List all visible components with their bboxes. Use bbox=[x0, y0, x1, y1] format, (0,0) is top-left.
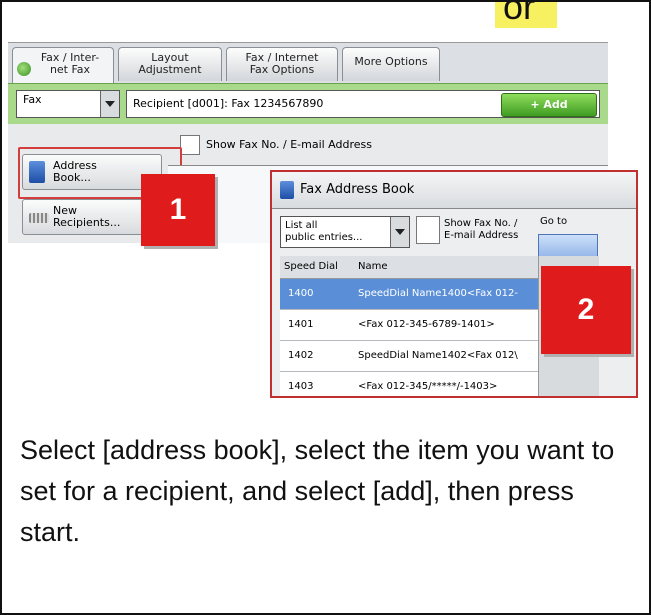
table-row[interactable]: 1402 SpeedDial Name1402<Fax 012\ bbox=[280, 341, 538, 372]
chevron-down-icon bbox=[390, 217, 409, 247]
keyboard-icon bbox=[29, 213, 49, 223]
address-book-icon bbox=[280, 181, 294, 199]
callout-step-1: 1 bbox=[141, 174, 215, 246]
tab-more-options[interactable]: More Options bbox=[342, 47, 440, 81]
go-to-label: Go to bbox=[540, 216, 568, 227]
tab-label: Fax / Inter- net Fax bbox=[40, 51, 100, 76]
tab-label: Fax / Internet Fax Options bbox=[245, 51, 319, 76]
fax-type-value: Fax bbox=[23, 93, 42, 106]
name-cell: <Fax 012-345-6789-1401> bbox=[358, 319, 495, 330]
chevron-down-icon bbox=[100, 91, 119, 117]
speed-dial-cell: 1400 bbox=[288, 288, 314, 299]
name-cell: SpeedDial Name1400<Fax 012- bbox=[358, 288, 518, 299]
column-name: Name bbox=[358, 261, 388, 272]
table-row[interactable]: 1401 <Fax 012-345-6789-1401> bbox=[280, 310, 538, 341]
or-badge-text: or bbox=[503, 2, 536, 27]
dialog-title: Fax Address Book bbox=[300, 182, 415, 197]
or-badge: or bbox=[495, 2, 557, 28]
show-fax-number-checkbox[interactable] bbox=[416, 216, 440, 244]
fax-status-icon bbox=[17, 62, 31, 76]
list-filter-select[interactable]: List all public entries... bbox=[280, 216, 410, 248]
name-cell: <Fax 012-345/*****/-1403> bbox=[358, 381, 498, 392]
new-recipients-label: New Recipients... bbox=[53, 204, 121, 229]
fax-type-select[interactable]: Fax bbox=[16, 90, 120, 118]
dialog-title-bar: Fax Address Book bbox=[272, 172, 636, 209]
tab-fax-options[interactable]: Fax / Internet Fax Options bbox=[226, 47, 338, 81]
speed-dial-cell: 1402 bbox=[288, 350, 314, 361]
table-row[interactable]: 1403 <Fax 012-345/*****/-1403> bbox=[280, 372, 538, 396]
table-row[interactable]: 1400 SpeedDial Name1400<Fax 012- bbox=[280, 279, 538, 310]
column-speed-dial: Speed Dial bbox=[284, 261, 338, 272]
tab-label: More Options bbox=[354, 55, 428, 68]
callout-step-2: 2 bbox=[541, 266, 631, 354]
tab-layout-adjustment[interactable]: Layout Adjustment bbox=[118, 47, 222, 81]
tab-label: Layout Adjustment bbox=[138, 51, 202, 76]
show-fax-checkbox-label: Show Fax No. / E-mail Address bbox=[206, 138, 372, 151]
recipient-row: Fax Recipient [d001]: Fax 1234567890 + A… bbox=[8, 83, 608, 124]
name-cell: SpeedDial Name1402<Fax 012\ bbox=[358, 350, 518, 361]
add-button[interactable]: + Add bbox=[501, 93, 597, 117]
show-fax-checkbox[interactable] bbox=[180, 135, 200, 155]
tab-fax-internet-fax[interactable]: Fax / Inter- net Fax bbox=[12, 47, 114, 83]
speed-dial-cell: 1401 bbox=[288, 319, 314, 330]
address-table-header: Speed Dial Name bbox=[280, 256, 538, 279]
tab-bar: Fax / Inter- net Fax Layout Adjustment F… bbox=[8, 43, 608, 83]
show-fax-number-label: Show Fax No. / E-mail Address bbox=[444, 218, 519, 241]
instruction-text: Select [address book], select the item y… bbox=[20, 435, 615, 547]
speed-dial-cell: 1403 bbox=[288, 381, 314, 392]
slide-frame: or Fax / Inter- net Fax Layout Adjustmen… bbox=[0, 0, 651, 615]
list-filter-value: List all public entries... bbox=[285, 220, 363, 243]
